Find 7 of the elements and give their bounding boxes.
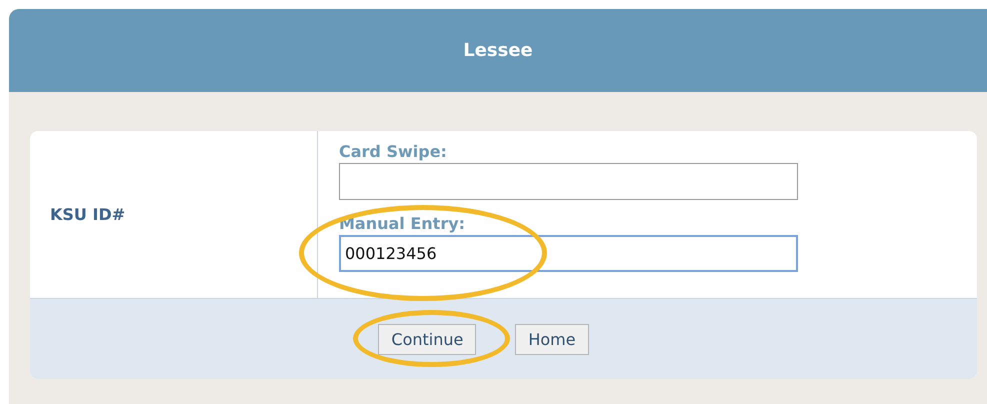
button[interactable]: Home [515, 324, 589, 354]
button[interactable]: Continue [378, 324, 476, 354]
input-field[interactable] [339, 163, 798, 200]
field-label: Card Swipe: [339, 141, 448, 163]
page-title: Lessee [463, 40, 533, 61]
field-label: KSU ID# [50, 205, 126, 224]
input-field[interactable]: 000123456 [339, 235, 798, 272]
